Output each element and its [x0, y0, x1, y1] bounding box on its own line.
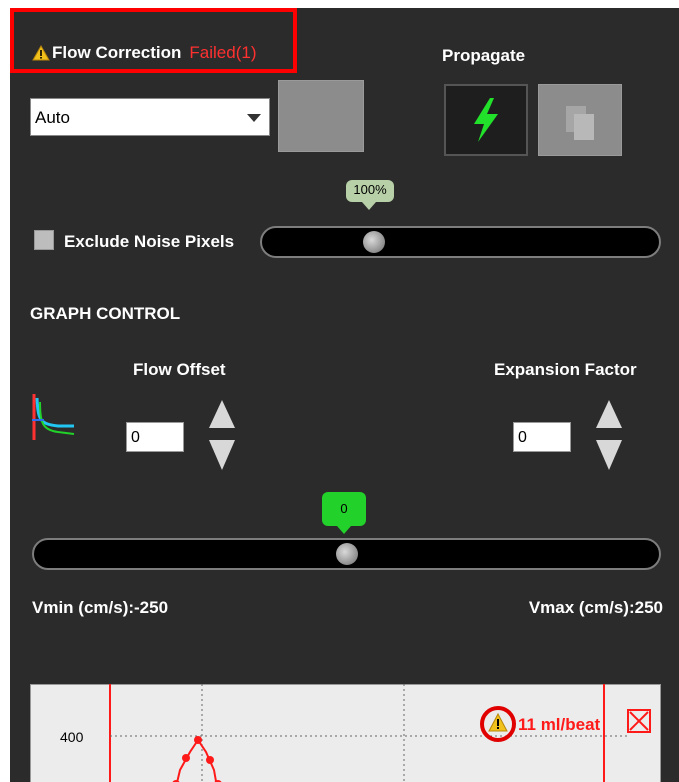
expansion-factor-stepper[interactable]	[594, 398, 624, 472]
noise-slider-value-tip: 100%	[346, 180, 394, 202]
offset-tip-pointer	[337, 526, 351, 534]
arrow-up-icon	[596, 400, 622, 428]
lightning-icon	[474, 98, 498, 142]
flow-offset-value: 0	[131, 429, 140, 446]
method-select[interactable]: Auto	[30, 98, 270, 136]
failed-status: Failed(1)	[189, 43, 257, 62]
stroke-volume-warning-text: 11 ml/beat	[518, 715, 601, 734]
chevron-down-icon	[247, 114, 261, 122]
propagate-copy-button[interactable]	[538, 84, 622, 156]
flow-correction-panel: Flow Correction Failed(1) Propagate Auto…	[10, 8, 679, 782]
arrow-up-icon	[209, 400, 235, 428]
expansion-factor-value: 0	[518, 429, 527, 446]
flow-graph-plot: 400 350 11 ml/beat	[60, 684, 651, 782]
vmin-label: Vmin (cm/s):-250	[32, 598, 169, 617]
curve-point	[182, 754, 190, 762]
curve-point	[194, 736, 202, 744]
vmax-label: Vmax (cm/s):250	[528, 598, 663, 617]
copy-pages-icon	[566, 106, 594, 140]
propagate-lightning-button[interactable]	[444, 84, 528, 156]
graph-control-heading: GRAPH CONTROL	[30, 304, 181, 323]
apply-button-disabled[interactable]	[278, 80, 364, 152]
header-row: Flow Correction Failed(1)	[32, 42, 257, 64]
arrow-down-icon	[596, 440, 622, 470]
noise-slider-track[interactable]	[260, 226, 661, 258]
flow-offset-label: Flow Offset	[133, 360, 226, 379]
flow-offset-stepper[interactable]	[207, 398, 237, 472]
noise-slider-knob[interactable]	[363, 231, 385, 253]
exclude-noise-label: Exclude Noise Pixels	[64, 232, 235, 251]
arrow-down-icon	[209, 440, 235, 470]
flow-curve-icon	[32, 394, 75, 440]
propagate-label: Propagate	[442, 46, 526, 65]
warning-triangle-icon	[32, 45, 50, 61]
expansion-factor-label: Expansion Factor	[494, 360, 637, 379]
offset-slider-knob[interactable]	[336, 543, 358, 565]
noise-tip-pointer	[362, 202, 376, 210]
expansion-factor-input[interactable]: 0	[513, 422, 571, 452]
y-tick-400: 400	[60, 729, 84, 745]
offset-slider-value-tip: 0	[322, 492, 366, 526]
curve-point	[206, 756, 214, 764]
offset-slider-track[interactable]	[32, 538, 661, 570]
flow-offset-input[interactable]: 0	[126, 422, 184, 452]
flow-correction-title: Flow Correction	[52, 43, 182, 62]
flow-graph: 400 350 11 ml/beat	[30, 684, 661, 782]
method-select-value: Auto	[35, 108, 70, 127]
exclude-noise-checkbox[interactable]	[34, 230, 54, 250]
